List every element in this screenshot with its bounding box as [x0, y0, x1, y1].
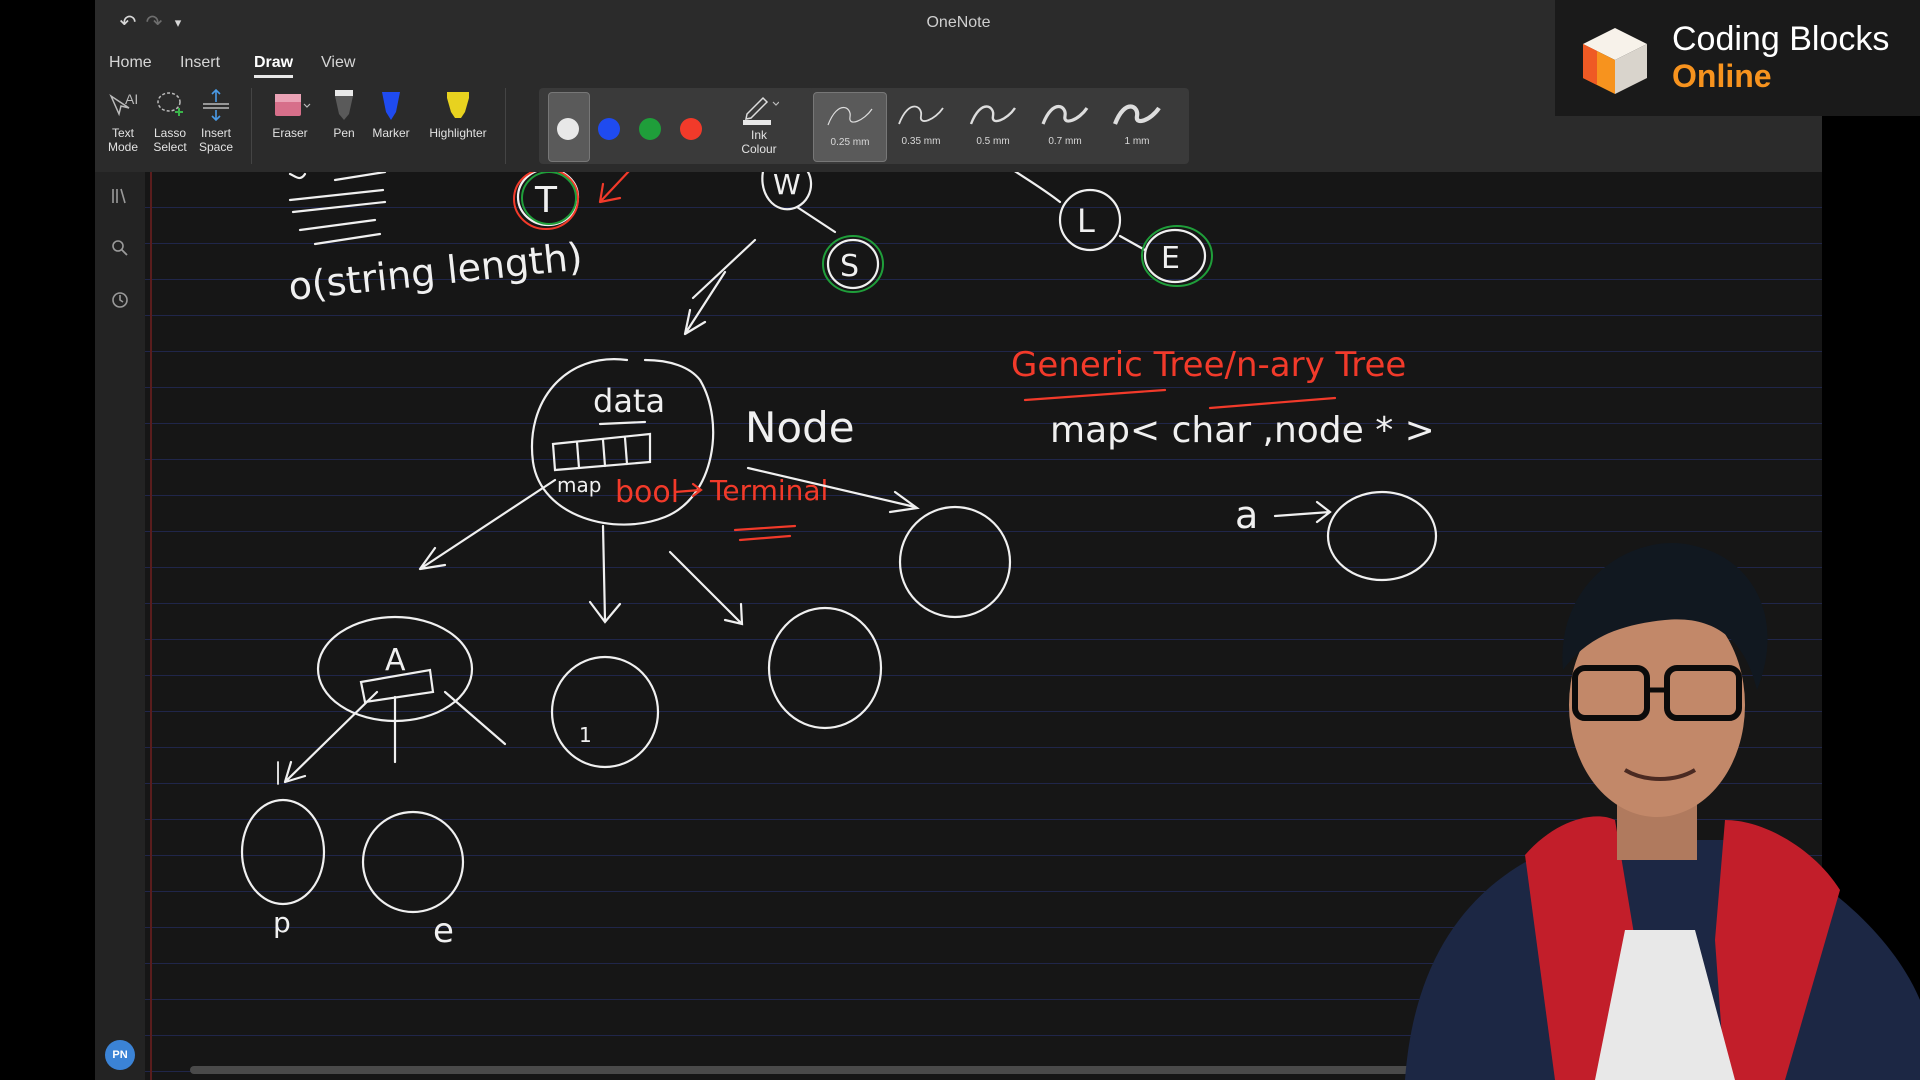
insert-space-button[interactable]: Insert Space: [198, 88, 234, 154]
navigation-rail: PN: [95, 172, 145, 1080]
child-node-circle: [898, 505, 1012, 619]
cube-logo-icon: [1583, 28, 1647, 94]
a-label: a: [1235, 493, 1258, 537]
thickness-option[interactable]: 0.25 mm: [813, 92, 887, 162]
text-mode-label-2: Mode: [107, 140, 139, 154]
pen-label: Pen: [333, 126, 355, 140]
insert-space-label-2: Space: [198, 140, 234, 154]
string-length-note: o(string length): [286, 234, 584, 309]
thickness-label: 0.25 mm: [830, 137, 870, 148]
bool-label: bool: [615, 475, 679, 510]
thickness-label: 0.7 mm: [1048, 136, 1082, 147]
separator: [505, 88, 506, 164]
child-node-circle: [550, 655, 660, 769]
marker-label: Marker: [372, 126, 410, 140]
mark-1: 1: [579, 723, 592, 747]
tab-home[interactable]: Home: [109, 54, 152, 72]
node-E: E: [1141, 225, 1213, 287]
lasso-label-2: Select: [153, 140, 187, 154]
insert-space-icon: [203, 88, 229, 122]
node-T: T: [513, 172, 630, 230]
tab-insert[interactable]: Insert: [180, 54, 220, 72]
letter-T: T: [534, 180, 558, 221]
webcam-presenter: [1395, 520, 1920, 1080]
ink-colour-label: Ink: [750, 128, 767, 142]
thickness-label: 0.5 mm: [976, 136, 1010, 147]
color-swatch-blue[interactable]: [598, 118, 620, 140]
brand-overlay: Coding Blocks Online: [1555, 0, 1920, 116]
brand-name: Coding Blocks: [1672, 20, 1890, 58]
eraser-label: Eraser: [272, 126, 308, 140]
generic-tree-heading: Generic Tree/n-ary Tree: [1011, 345, 1406, 385]
insert-space-label: Insert: [200, 126, 231, 140]
stroke-preview-icon: [898, 105, 944, 125]
map-declaration: map< char ,node * >: [1050, 410, 1435, 451]
color-swatch-red[interactable]: [680, 118, 702, 140]
ink-colour-label-2: Colour: [741, 142, 777, 156]
pen-button[interactable]: Pen: [326, 88, 362, 140]
notebooks-icon[interactable]: [108, 186, 132, 210]
text-mode-icon: AI: [109, 91, 138, 117]
node-L: L: [1014, 172, 1147, 252]
child-node-circle: [240, 798, 326, 906]
eraser-icon: [275, 94, 311, 116]
color-swatch-green[interactable]: [639, 118, 661, 140]
highlighter-icon: [447, 92, 469, 118]
node-A: A: [283, 615, 507, 784]
stroke-preview-icon: [1041, 104, 1089, 125]
arrow-right: [1273, 500, 1332, 524]
search-icon[interactable]: [108, 238, 132, 262]
stroke-preview-icon: [827, 106, 873, 126]
thickness-option[interactable]: 0.35 mm: [885, 92, 957, 160]
horizontal-scrollbar[interactable]: [190, 1066, 1490, 1074]
thickness-label: 0.35 mm: [901, 136, 941, 147]
node-W: W: [761, 172, 837, 234]
node-S: S: [822, 235, 884, 293]
data-label: data: [593, 382, 665, 420]
letter-W: W: [773, 172, 801, 201]
child-node-circle: [767, 606, 883, 730]
ink-colour-button[interactable]: Ink Colour: [729, 92, 789, 156]
letter-E: E: [1161, 241, 1180, 276]
ink-colour-icon: [743, 96, 779, 125]
child-node-circle: [361, 810, 465, 914]
letter-S: S: [840, 249, 859, 284]
node-label: Node: [745, 403, 855, 452]
brand-tagline: Online: [1672, 58, 1772, 94]
letter-p: p: [273, 906, 291, 939]
thickness-option[interactable]: 1 mm: [1101, 92, 1173, 160]
pen-icon: [335, 90, 353, 120]
highlighter-label: Highlighter: [429, 126, 487, 140]
terminal-label: Terminal: [709, 474, 828, 507]
text-mode-label: Text: [111, 126, 134, 140]
thickness-label: 1 mm: [1124, 136, 1150, 147]
presenter-image: [1405, 543, 1920, 1080]
letter-A: A: [385, 643, 406, 678]
ink-scribble-topleft: [288, 172, 387, 246]
arrow-down-left: [683, 238, 757, 336]
thickness-palette: 0.25 mm 0.35 mm 0.5 mm 0.7 mm 1 mm: [809, 88, 1189, 164]
stroke-preview-icon: [969, 105, 1016, 125]
text-mode-button[interactable]: AI Text Mode: [107, 88, 139, 154]
marker-icon: [382, 92, 400, 120]
avatar[interactable]: PN: [105, 1040, 135, 1070]
map-label: map: [557, 473, 601, 497]
lasso-label: Lasso: [153, 126, 187, 140]
tab-draw[interactable]: Draw: [254, 54, 294, 78]
thickness-option[interactable]: 0.5 mm: [957, 92, 1029, 160]
lasso-icon: [157, 92, 183, 116]
lasso-select-button[interactable]: Lasso Select: [152, 88, 188, 154]
letter-L: L: [1077, 202, 1095, 240]
stroke-preview-icon: [1113, 104, 1161, 125]
recent-icon[interactable]: [108, 290, 132, 314]
eraser-button[interactable]: Eraser: [265, 88, 315, 140]
thickness-option[interactable]: 0.7 mm: [1029, 92, 1101, 160]
tab-view[interactable]: View: [321, 54, 355, 72]
highlighter-button[interactable]: Highlighter: [422, 88, 494, 140]
letter-e: e: [433, 911, 454, 951]
svg-text:AI: AI: [125, 91, 138, 107]
color-swatch-white[interactable]: [557, 118, 579, 140]
marker-button[interactable]: Marker: [369, 88, 413, 140]
separator: [251, 88, 252, 164]
